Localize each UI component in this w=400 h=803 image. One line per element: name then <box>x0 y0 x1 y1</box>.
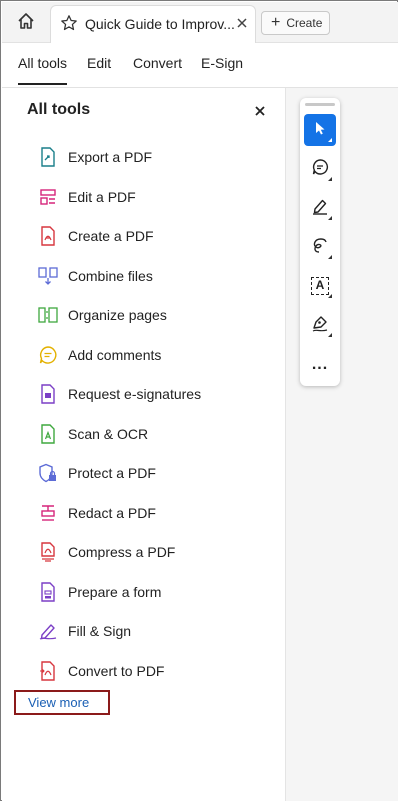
tool-label: Combine files <box>68 268 153 284</box>
comment-icon <box>311 158 329 181</box>
tool-label: Scan & OCR <box>68 426 149 442</box>
tool-label: Create a PDF <box>68 228 154 244</box>
highlight-tool-button[interactable] <box>304 192 336 224</box>
draw-tool-button[interactable] <box>304 231 336 263</box>
tool-combine-files[interactable]: Combine files <box>38 264 153 288</box>
more-options-icon: ... <box>311 356 329 373</box>
pen-sign-icon <box>311 314 329 337</box>
document-tab-title: Quick Guide to Improv... <box>85 16 235 32</box>
tool-label: Compress a PDF <box>68 544 176 560</box>
tab-all-tools[interactable]: All tools <box>18 55 68 85</box>
protect-pdf-icon <box>38 463 58 483</box>
prepare-form-icon <box>38 582 58 602</box>
tool-protect-pdf[interactable]: Protect a PDF <box>38 461 156 485</box>
convert-to-pdf-icon <box>38 661 58 681</box>
request-esignatures-icon <box>38 384 58 404</box>
tool-fill-sign[interactable]: Fill & Sign <box>38 619 131 643</box>
fill-sign-icon <box>38 621 58 641</box>
close-tab-icon[interactable] <box>235 16 249 35</box>
quick-tools-toolbar: A ... <box>300 98 340 386</box>
tool-label: Protect a PDF <box>68 465 156 481</box>
tab-esign[interactable]: E-Sign <box>201 55 243 71</box>
scan-ocr-icon <box>38 424 58 444</box>
sign-tool-button[interactable] <box>304 309 336 341</box>
tool-label: Edit a PDF <box>68 189 136 205</box>
home-icon <box>16 11 36 36</box>
tab-edit[interactable]: Edit <box>87 55 111 71</box>
tool-label: Fill & Sign <box>68 623 132 639</box>
tool-scan-ocr[interactable]: Scan & OCR <box>38 422 148 446</box>
freehand-draw-icon <box>311 236 329 259</box>
combine-files-icon <box>38 266 58 286</box>
submenu-indicator <box>328 294 332 298</box>
create-button-label: Create <box>286 16 323 30</box>
tool-add-comments[interactable]: Add comments <box>38 343 161 367</box>
create-pdf-icon <box>38 226 58 246</box>
tool-export-pdf[interactable]: Export a PDF <box>38 145 152 169</box>
tool-label: Prepare a form <box>68 584 162 600</box>
edit-pdf-icon <box>38 187 58 207</box>
pointer-icon <box>312 120 328 141</box>
plus-icon: + <box>271 14 281 31</box>
tool-request-esignatures[interactable]: Request e-signatures <box>38 382 201 406</box>
create-button[interactable]: + Create <box>261 11 330 35</box>
home-button[interactable] <box>14 11 38 35</box>
top-nav-tabs: All tools Edit Convert E-Sign <box>2 43 398 88</box>
tool-label: Add comments <box>68 347 162 363</box>
all-tools-panel: All tools Export a PDF Edit a PDF Create… <box>2 88 286 801</box>
tool-label: Convert to PDF <box>68 663 165 679</box>
comment-tool-button[interactable] <box>304 153 336 185</box>
app-window: Quick Guide to Improv... + Create All to… <box>0 0 398 801</box>
close-panel-icon[interactable] <box>254 104 266 122</box>
compress-pdf-icon <box>38 542 58 562</box>
more-tools-button[interactable]: ... <box>304 349 336 381</box>
document-canvas: A ... <box>286 88 398 801</box>
tool-organize-pages[interactable]: Organize pages <box>38 303 167 327</box>
tool-compress-pdf[interactable]: Compress a PDF <box>38 540 175 564</box>
organize-pages-icon <box>38 305 58 325</box>
submenu-indicator <box>328 138 332 142</box>
panel-title: All tools <box>27 101 91 118</box>
tab-bar: Quick Guide to Improv... + Create <box>2 2 398 43</box>
tool-label: Organize pages <box>68 307 167 323</box>
redact-pdf-icon <box>38 503 58 523</box>
star-icon[interactable] <box>60 14 78 37</box>
submenu-indicator <box>328 177 332 181</box>
export-pdf-icon <box>38 147 58 167</box>
tool-edit-pdf[interactable]: Edit a PDF <box>38 185 136 209</box>
tool-label: Request e-signatures <box>68 386 202 402</box>
tool-prepare-form[interactable]: Prepare a form <box>38 580 161 604</box>
toolbar-drag-handle[interactable] <box>305 103 335 106</box>
tool-create-pdf[interactable]: Create a PDF <box>38 224 154 248</box>
tab-convert[interactable]: Convert <box>133 55 182 71</box>
tool-redact-pdf[interactable]: Redact a PDF <box>38 501 156 525</box>
text-tool-button[interactable]: A <box>304 270 336 302</box>
tool-label: Export a PDF <box>68 149 153 165</box>
select-tool-button[interactable] <box>304 114 336 146</box>
add-comments-icon <box>38 345 58 365</box>
highlighter-icon <box>311 197 329 220</box>
tool-convert-to-pdf[interactable]: Convert to PDF <box>38 659 164 683</box>
text-box-icon: A <box>311 277 329 295</box>
submenu-indicator <box>328 255 332 259</box>
view-more-link[interactable]: View more <box>14 690 110 715</box>
tool-label: Redact a PDF <box>68 505 156 521</box>
document-tab[interactable]: Quick Guide to Improv... <box>50 5 256 43</box>
submenu-indicator <box>328 333 332 337</box>
submenu-indicator <box>328 216 332 220</box>
